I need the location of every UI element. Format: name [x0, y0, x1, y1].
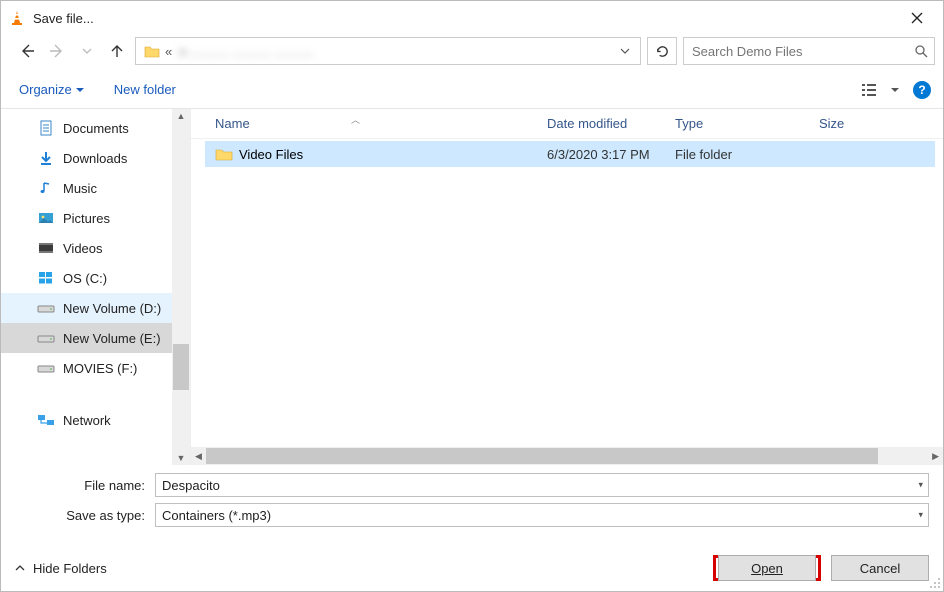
- toolbar: Organize New folder ?: [1, 71, 943, 109]
- sidebar-item-label: Network: [63, 413, 111, 428]
- sidebar-item-label: Documents: [63, 121, 129, 136]
- sidebar-item-label: MOVIES (F:): [63, 361, 137, 376]
- drive-icon: [37, 329, 55, 347]
- nav-row: « « ……… ……… ………: [1, 35, 943, 71]
- breadcrumb-path: « ……… ……… ………: [179, 44, 616, 59]
- sidebar-item-label: Downloads: [63, 151, 127, 166]
- doc-icon: [37, 119, 55, 137]
- sidebar-item-network[interactable]: Network: [1, 405, 172, 435]
- file-row[interactable]: Video Files 6/3/2020 3:17 PMFile folder: [205, 141, 935, 167]
- sidebar-item[interactable]: OS (C:): [1, 263, 172, 293]
- sidebar-item-label: New Volume (D:): [63, 301, 161, 316]
- col-date[interactable]: Date modified: [547, 116, 675, 131]
- sidebar-item-label: OS (C:): [63, 271, 107, 286]
- save-type-label: Save as type:: [15, 508, 155, 523]
- sidebar-item[interactable]: MOVIES (F:): [1, 353, 172, 383]
- folder-icon: [215, 147, 233, 161]
- sidebar-scrollbar[interactable]: ▲ ▼: [172, 109, 190, 465]
- hscroll-thumb[interactable]: [206, 448, 878, 464]
- chevron-down-icon[interactable]: ▾: [918, 480, 923, 491]
- sidebar-item-label: New Volume (E:): [63, 331, 161, 346]
- folder-icon: [142, 41, 162, 61]
- sidebar-item[interactable]: New Volume (D:): [1, 293, 172, 323]
- chevron-up-icon: [15, 563, 25, 573]
- sidebar-item[interactable]: Documents: [1, 113, 172, 143]
- recent-dropdown[interactable]: [75, 39, 99, 63]
- resize-grip-icon[interactable]: [929, 577, 941, 589]
- close-button[interactable]: [897, 4, 937, 32]
- file-rows: Video Files 6/3/2020 3:17 PMFile folder: [191, 139, 943, 447]
- window-title: Save file...: [33, 11, 897, 26]
- refresh-button[interactable]: [647, 37, 677, 65]
- open-button[interactable]: Open: [718, 555, 816, 581]
- vlc-cone-icon: [9, 10, 25, 26]
- scroll-down-icon[interactable]: ▼: [177, 451, 186, 465]
- down-icon: [37, 149, 55, 167]
- horizontal-scrollbar[interactable]: ◀ ▶: [191, 447, 943, 465]
- file-name: Video Files: [239, 147, 303, 162]
- vid-icon: [37, 239, 55, 257]
- sidebar-item[interactable]: Downloads: [1, 143, 172, 173]
- hide-folders-label: Hide Folders: [33, 561, 107, 576]
- music-icon: [37, 179, 55, 197]
- drive-icon: [37, 299, 55, 317]
- file-name-input[interactable]: Despacito ▾: [155, 473, 929, 497]
- search-box[interactable]: [683, 37, 935, 65]
- scroll-up-icon[interactable]: ▲: [177, 109, 186, 123]
- titlebar: Save file...: [1, 1, 943, 35]
- drive-icon: [37, 359, 55, 377]
- address-bar[interactable]: « « ……… ……… ………: [135, 37, 641, 65]
- sidebar-item[interactable]: Music: [1, 173, 172, 203]
- breadcrumb-chevron: «: [165, 44, 172, 59]
- file-area: ︿ Name Date modified Type Size Video Fil…: [191, 109, 943, 465]
- view-options-button[interactable]: [857, 79, 885, 101]
- organize-menu[interactable]: Organize: [19, 82, 84, 97]
- back-button[interactable]: [15, 39, 39, 63]
- save-type-value: Containers (*.mp3): [162, 508, 271, 523]
- help-button[interactable]: ?: [913, 81, 931, 99]
- col-type[interactable]: Type: [675, 116, 819, 131]
- scroll-thumb[interactable]: [173, 344, 189, 390]
- view-dropdown-icon[interactable]: [889, 79, 901, 101]
- win-icon: [37, 269, 55, 287]
- sidebar: Documents Downloads Music Pictures Videos OS …: [1, 109, 191, 465]
- sidebar-item-label: Videos: [63, 241, 103, 256]
- col-size[interactable]: Size: [819, 116, 935, 131]
- cancel-button[interactable]: Cancel: [831, 555, 929, 581]
- address-dropdown-icon[interactable]: [620, 46, 636, 56]
- scroll-right-icon[interactable]: ▶: [928, 451, 943, 462]
- sidebar-item[interactable]: Pictures: [1, 203, 172, 233]
- save-type-combo[interactable]: Containers (*.mp3) ▾: [155, 503, 929, 527]
- pic-icon: [37, 209, 55, 227]
- search-input[interactable]: [690, 43, 914, 60]
- scroll-left-icon[interactable]: ◀: [191, 451, 206, 462]
- open-button-highlight: Open: [713, 555, 821, 581]
- footer: File name: Despacito ▾ Save as type: Con…: [1, 465, 943, 591]
- col-name[interactable]: Name: [205, 116, 547, 131]
- up-button[interactable]: [105, 39, 129, 63]
- file-type: File folder: [675, 147, 819, 162]
- hide-folders-button[interactable]: Hide Folders: [15, 561, 107, 576]
- forward-button[interactable]: [45, 39, 69, 63]
- new-folder-button[interactable]: New folder: [114, 82, 176, 97]
- sidebar-item-label: Pictures: [63, 211, 110, 226]
- column-headers: ︿ Name Date modified Type Size: [191, 109, 943, 139]
- sidebar-item[interactable]: Videos: [1, 233, 172, 263]
- file-name-value: Despacito: [162, 478, 220, 493]
- sidebar-list: Documents Downloads Music Pictures Videos OS …: [1, 109, 172, 465]
- save-dialog: Save file... « « ……… ……… ……… Organize Ne…: [0, 0, 944, 592]
- sidebar-item-label: Music: [63, 181, 97, 196]
- sidebar-item[interactable]: New Volume (E:): [1, 323, 172, 353]
- file-name-label: File name:: [15, 478, 155, 493]
- search-icon: [914, 44, 928, 58]
- file-date: 6/3/2020 3:17 PM: [547, 147, 675, 162]
- sort-indicator-icon: ︿: [351, 113, 360, 126]
- network-icon: [37, 411, 55, 429]
- body: Documents Downloads Music Pictures Videos OS …: [1, 109, 943, 465]
- chevron-down-icon[interactable]: ▾: [918, 510, 923, 521]
